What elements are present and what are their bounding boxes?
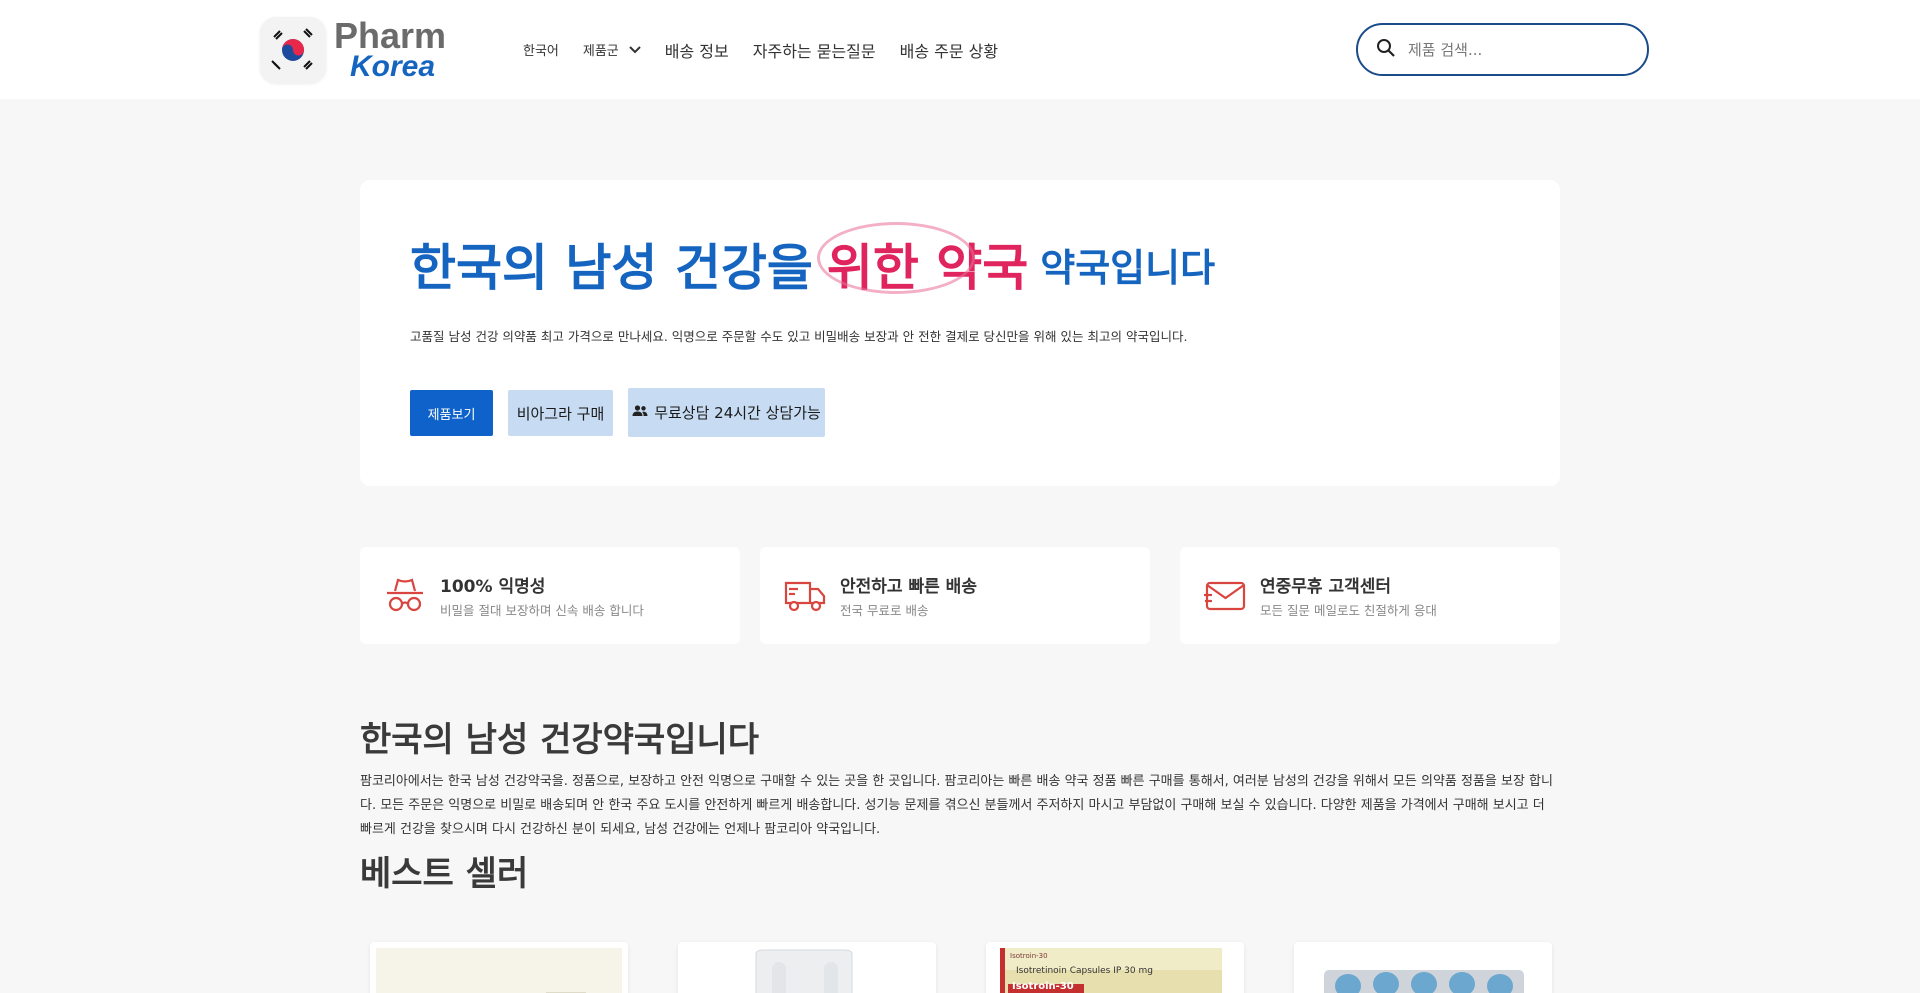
product-card[interactable]: Isotroin-30 Isotretinoin Capsules IP 30 … [986,942,1244,993]
chevron-down-icon [629,43,641,57]
highlight-circle [816,222,975,294]
free-consultation-label: 무료상담 24시간 상담가능 [654,404,821,422]
hero-card: 한국의 남성 건강을 위한 약국 약국입니다 고품질 남성 건강 의약품 최고 … [360,180,1560,486]
search-box[interactable] [1356,23,1649,76]
envelope-icon [1204,575,1246,617]
feature-desc: 전국 무료로 배송 [840,603,929,618]
feature-shipping: 안전하고 빠른 배송 전국 무료로 배송 [760,547,1150,644]
blister-pack-icon [684,948,930,993]
truck-icon [784,575,826,617]
nav-language[interactable]: 한국어 [523,40,559,59]
product-card[interactable] [1294,942,1552,993]
intro-title: 한국의 남성 건강약국입니다 [360,720,760,760]
view-products-button[interactable]: 제품보기 [410,390,493,436]
search-icon[interactable] [1376,38,1396,62]
users-icon [632,404,648,421]
nav-products-dropdown[interactable]: 제품군 [583,40,641,59]
logo-word-pharm: Pharm [334,15,447,56]
buy-viagra-button[interactable]: 비아그라 구매 [508,390,613,436]
hero-subtitle: 고품질 남성 건강 의약품 최고 가격으로 만나세요. 익명으로 주문할 수도 … [410,329,1188,344]
pill-box-icon [376,948,622,993]
nav-shipping-info[interactable]: 배송 정보 [665,38,729,62]
feature-title: 100% 익명성 [440,577,546,597]
free-consultation-button[interactable]: 무료상담 24시간 상담가능 [628,388,825,437]
isotroin-label: Isotretinoin Capsules IP 30 mg [1016,966,1153,976]
site-header: Pharm Korea 한국어 제품군 배송 정보 자주하는 묻는질문 배송 주… [0,0,1920,99]
isotroin-brand-top: Isotroin-30 [1010,952,1048,960]
search-input[interactable] [1408,40,1628,59]
hero-title: 한국의 남성 건강을 위한 약국 약국입니다 [410,222,1216,300]
feature-title: 안전하고 빠른 배송 [840,577,977,597]
logo-word-korea: Korea [350,50,436,83]
hero-title-highlight: 위한 약국 [816,222,1028,300]
nav-order-status[interactable]: 배송 주문 상황 [900,38,999,62]
feature-title: 연중무휴 고객센터 [1260,577,1392,597]
intro-paragraph: 팜코리아에서는 한국 남성 건강약국을. 정품으로, 보장하고 안전 익명으로 … [360,774,1553,837]
feature-anonymity: 100% 익명성 비밀을 절대 보장하며 신속 배송 합니다 [360,547,740,644]
feature-support: 연중무휴 고객센터 모든 질문 메일로도 친절하게 응대 [1180,547,1560,644]
hero-title-part3: 약국입니다 [1040,245,1216,290]
site-logo[interactable]: Pharm Korea [260,16,450,84]
bestsellers-title: 베스트 셀러 [360,854,529,894]
isotroin-name: Isotroin-30 [1012,981,1074,992]
feature-desc: 모든 질문 메일로도 친절하게 응대 [1260,603,1437,618]
hero-title-part1: 한국의 남성 건강을 [410,239,813,297]
korea-flag-icon [260,17,326,83]
product-card[interactable] [678,942,936,993]
isotroin-box-icon: Isotroin-30 Isotretinoin Capsules IP 30 … [992,948,1238,993]
feature-desc: 비밀을 절대 보장하며 신속 배송 합니다 [440,603,644,618]
main-nav: 한국어 제품군 배송 정보 자주하는 묻는질문 배송 주문 상황 [523,0,1022,99]
nav-products-label: 제품군 [582,44,619,59]
blue-pill-strip-icon [1300,948,1546,993]
incognito-icon [384,575,426,617]
nav-faq[interactable]: 자주하는 묻는질문 [753,38,876,62]
product-card[interactable] [370,942,628,993]
